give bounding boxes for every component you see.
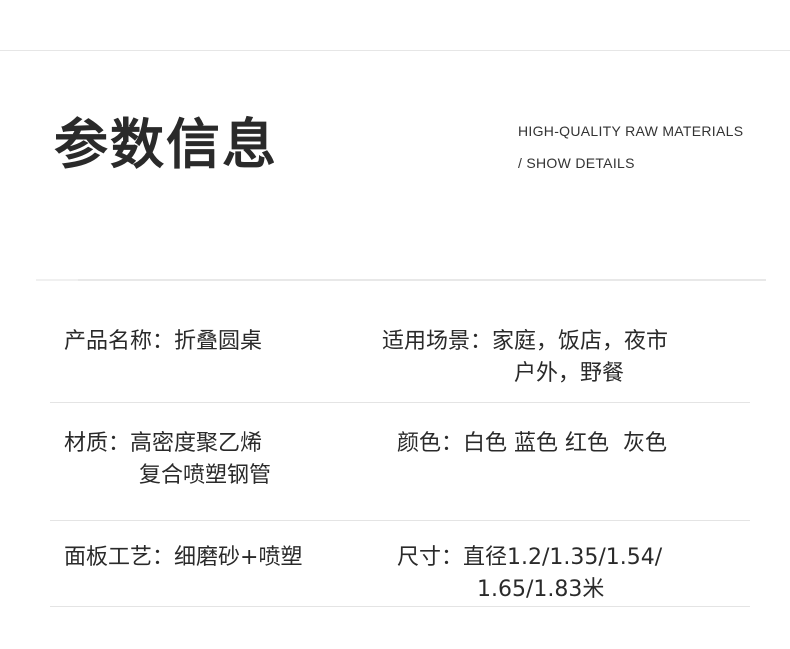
subtitle-line-1: HIGH-QUALITY RAW MATERIALS xyxy=(518,123,744,139)
spec-value: 折叠圆桌 xyxy=(174,329,263,354)
row-divider xyxy=(50,402,750,403)
header-divider-accent xyxy=(36,279,78,281)
page-title: 参数信息 xyxy=(54,113,278,176)
spec-scenario: 适用场景：家庭，饭店，夜市 户外，野餐 xyxy=(382,326,668,390)
spec-label: 产品名称： xyxy=(64,329,175,354)
spec-size: 尺寸：直径1.2/1.35/1.54/ 1.65/1.83米 xyxy=(397,542,662,606)
spec-color: 颜色：白色 蓝色 红色 灰色 xyxy=(397,428,667,460)
row-divider xyxy=(50,606,750,607)
spec-value: 家庭，饭店，夜市 xyxy=(492,329,669,354)
spec-label: 颜色： xyxy=(397,431,464,456)
row-divider xyxy=(50,520,750,521)
subtitle-line-2: / SHOW DETAILS xyxy=(518,155,635,171)
spec-label: 面板工艺： xyxy=(64,545,175,570)
spec-label: 适用场景： xyxy=(382,329,493,354)
spec-value-continued: 1.65/1.83米 xyxy=(477,577,605,602)
spec-value: 白色 蓝色 红色 灰色 xyxy=(463,431,667,456)
spec-label: 尺寸： xyxy=(397,545,464,570)
spec-value: 细磨砂+喷塑 xyxy=(174,545,303,570)
spec-label: 材质： xyxy=(64,431,131,456)
spec-value-continued: 复合喷塑钢管 xyxy=(139,463,272,488)
spec-material: 材质：高密度聚乙烯 复合喷塑钢管 xyxy=(64,428,271,492)
top-divider xyxy=(0,50,790,51)
spec-value: 高密度聚乙烯 xyxy=(130,431,263,456)
spec-product-name: 产品名称：折叠圆桌 xyxy=(64,326,262,358)
spec-craft: 面板工艺：细磨砂+喷塑 xyxy=(64,542,302,574)
spec-value: 直径1.2/1.35/1.54/ xyxy=(463,545,663,570)
spec-value-continued: 户外，野餐 xyxy=(514,361,625,386)
header-divider xyxy=(36,279,766,281)
